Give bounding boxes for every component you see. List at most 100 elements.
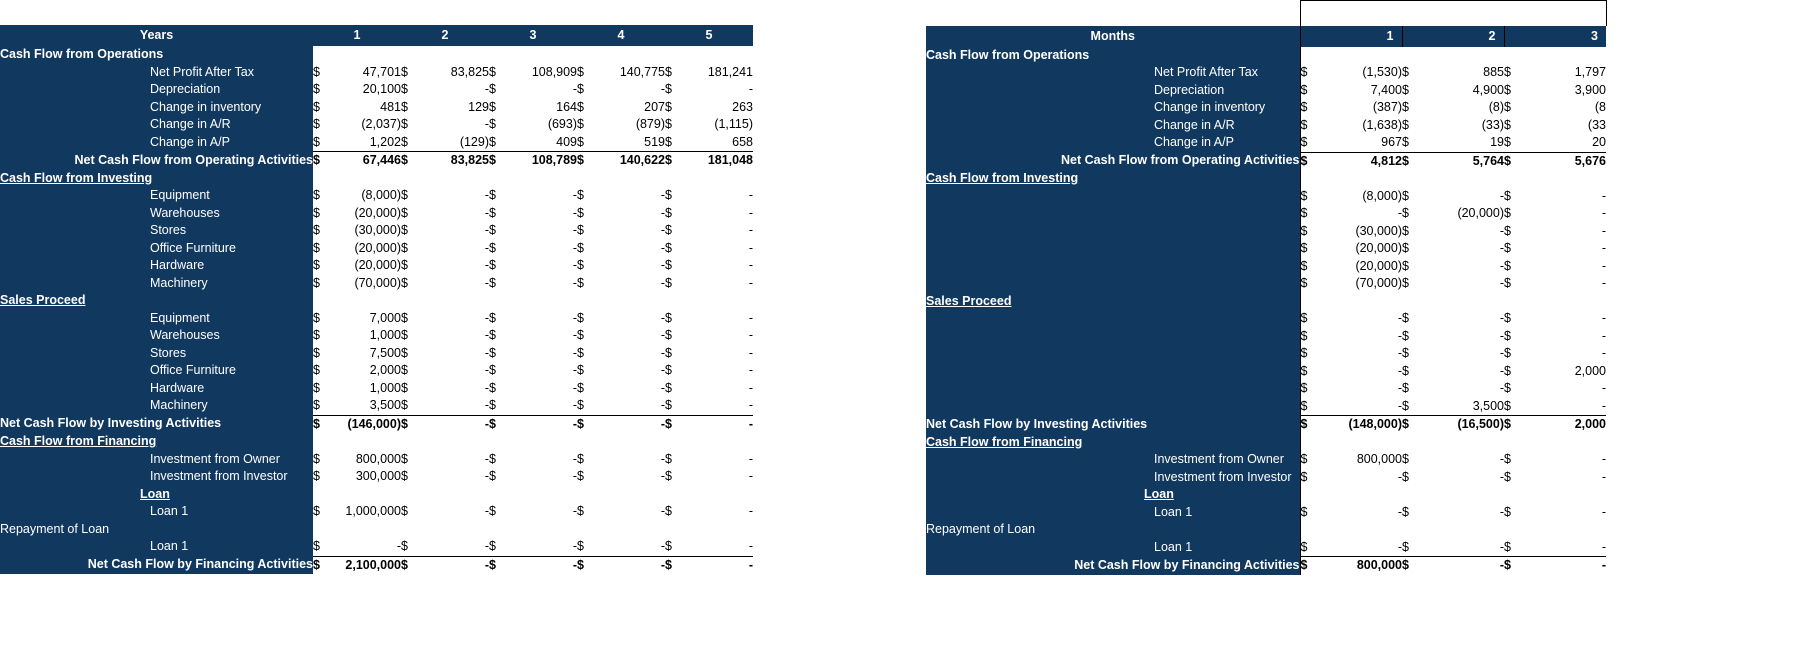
cell-value[interactable]: - (687, 503, 753, 521)
cell-value[interactable]: 4,812 (1322, 151, 1402, 170)
cell-value[interactable]: 3,500 (1424, 397, 1504, 416)
cell-value[interactable]: 3,500 (335, 397, 401, 415)
cell-value[interactable] (511, 169, 577, 187)
cell-value[interactable]: - (1424, 362, 1504, 380)
cell-value[interactable]: - (511, 81, 577, 99)
cell-value[interactable]: - (1424, 556, 1504, 575)
cell-value[interactable] (1424, 46, 1504, 64)
cell-value[interactable]: - (423, 81, 489, 99)
cell-value[interactable]: - (423, 379, 489, 397)
cell-value[interactable] (687, 485, 753, 503)
cell-value[interactable]: - (511, 274, 577, 292)
cell-value[interactable]: - (687, 450, 753, 468)
cell-value[interactable]: - (423, 239, 489, 257)
cell-value[interactable]: - (511, 379, 577, 397)
cell-value[interactable]: - (1322, 503, 1402, 521)
cell-value[interactable]: (30,000) (1322, 222, 1402, 240)
cell-value[interactable]: - (1322, 345, 1402, 363)
cell-value[interactable]: 19 (1424, 134, 1504, 152)
cell-value[interactable]: (20,000) (1424, 205, 1504, 223)
cell-value[interactable]: - (1526, 538, 1606, 557)
cell-value[interactable]: - (1322, 310, 1402, 328)
cell-value[interactable]: 3,900 (1526, 81, 1606, 99)
cell-value[interactable]: - (599, 239, 665, 257)
cell-value[interactable] (335, 520, 401, 538)
cell-value[interactable]: - (423, 503, 489, 521)
cell-value[interactable]: - (423, 397, 489, 415)
cell-value[interactable]: - (1424, 240, 1504, 258)
cell-value[interactable]: 885 (1424, 64, 1504, 82)
cell-value[interactable]: 1,000 (335, 379, 401, 397)
cell-value[interactable]: (70,000) (1322, 275, 1402, 293)
cell-value[interactable] (511, 292, 577, 310)
cell-value[interactable]: - (1322, 205, 1402, 223)
empty-merged-cell[interactable] (1299, 0, 1607, 26)
cell-value[interactable]: - (511, 362, 577, 380)
cell-value[interactable]: - (423, 468, 489, 486)
cell-value[interactable]: 2,000 (1526, 415, 1606, 434)
cell-value[interactable]: - (687, 555, 753, 574)
cell-value[interactable]: - (687, 187, 753, 205)
cell-value[interactable]: - (511, 450, 577, 468)
cell-value[interactable]: - (1322, 327, 1402, 345)
cell-value[interactable]: - (1526, 275, 1606, 293)
cell-value[interactable]: 181,241 (687, 63, 753, 81)
cell-value[interactable]: 83,825 (423, 63, 489, 81)
column-header-5[interactable]: 5 (665, 25, 753, 46)
cell-value[interactable] (1526, 170, 1606, 188)
cell-value[interactable] (423, 485, 489, 503)
cell-value[interactable]: 263 (687, 98, 753, 116)
cell-value[interactable]: 800,000 (1322, 556, 1402, 575)
cell-value[interactable]: - (687, 327, 753, 345)
cell-value[interactable]: - (687, 397, 753, 415)
cell-value[interactable]: - (511, 309, 577, 327)
cell-value[interactable]: - (687, 239, 753, 257)
cell-value[interactable]: 108,789 (511, 151, 577, 170)
cell-value[interactable]: (387) (1322, 99, 1402, 117)
column-header-3[interactable]: 3 (489, 25, 577, 46)
cell-value[interactable]: - (1526, 187, 1606, 205)
cell-value[interactable]: - (599, 222, 665, 240)
cell-value[interactable]: - (687, 468, 753, 486)
cell-value[interactable]: - (423, 450, 489, 468)
cell-value[interactable]: - (423, 187, 489, 205)
cell-value[interactable]: - (1526, 380, 1606, 398)
cell-value[interactable]: 108,909 (511, 63, 577, 81)
cell-value[interactable]: - (599, 379, 665, 397)
cell-value[interactable]: - (1526, 451, 1606, 469)
cell-value[interactable]: (20,000) (1322, 257, 1402, 275)
cell-value[interactable]: - (599, 81, 665, 99)
cell-value[interactable] (1424, 292, 1504, 310)
cell-value[interactable]: - (599, 414, 665, 433)
cell-value[interactable]: (20,000) (335, 204, 401, 222)
cell-value[interactable]: - (423, 116, 489, 134)
cell-value[interactable]: - (1424, 275, 1504, 293)
cell-value[interactable]: 2,000 (1526, 362, 1606, 380)
cell-value[interactable] (687, 520, 753, 538)
cell-value[interactable]: - (511, 503, 577, 521)
cell-value[interactable]: - (599, 187, 665, 205)
cell-value[interactable] (511, 520, 577, 538)
cell-value[interactable]: 5,764 (1424, 151, 1504, 170)
cell-value[interactable]: - (1424, 538, 1504, 557)
cell-value[interactable]: - (511, 327, 577, 345)
cell-value[interactable]: - (335, 538, 401, 556)
cell-value[interactable]: - (511, 555, 577, 574)
cell-value[interactable]: - (423, 538, 489, 556)
cell-value[interactable]: - (1424, 257, 1504, 275)
cell-value[interactable] (1322, 170, 1402, 188)
cell-value[interactable]: - (1526, 503, 1606, 521)
cell-value[interactable]: (30,000) (335, 222, 401, 240)
cell-value[interactable]: 7,500 (335, 344, 401, 362)
cell-value[interactable]: - (599, 257, 665, 275)
cell-value[interactable] (335, 485, 401, 503)
cell-value[interactable]: - (423, 222, 489, 240)
cell-value[interactable] (687, 433, 753, 451)
cell-value[interactable]: - (599, 362, 665, 380)
cell-value[interactable]: - (511, 414, 577, 433)
cell-value[interactable]: - (599, 468, 665, 486)
cell-value[interactable]: (1,530) (1322, 64, 1402, 82)
cell-value[interactable]: - (1526, 257, 1606, 275)
cell-value[interactable] (1424, 433, 1504, 451)
cell-value[interactable] (423, 433, 489, 451)
